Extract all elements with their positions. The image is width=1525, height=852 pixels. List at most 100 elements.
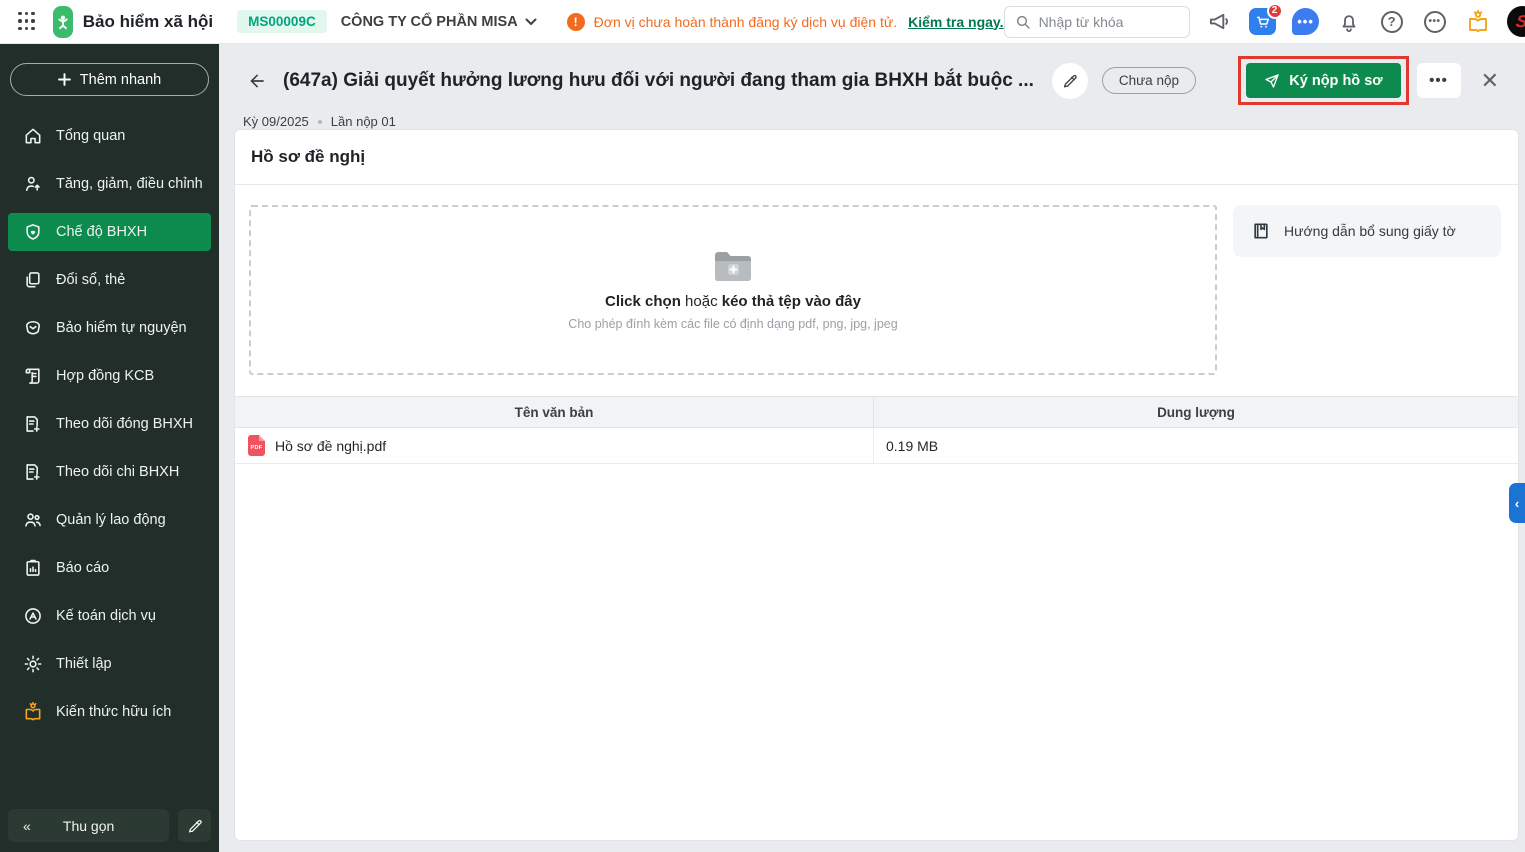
expand-panel-tab[interactable]: ‹ [1509, 483, 1525, 523]
main-area: (647a) Giải quyết hưởng lương hưu đối vớ… [219, 44, 1525, 852]
sidebar-item-che-do-bhxh[interactable]: Chế độ BHXH [8, 213, 211, 251]
page-header: (647a) Giải quyết hưởng lương hưu đối vớ… [219, 44, 1525, 129]
plus-icon [57, 73, 71, 86]
column-header-size: Dung lượng [1157, 404, 1235, 420]
document-plus-icon [22, 462, 43, 483]
home-icon [22, 126, 43, 147]
quick-add-button[interactable]: Thêm nhanh [10, 63, 209, 96]
people-icon [22, 510, 43, 531]
top-header: Bảo hiểm xã hội MS00009C CÔNG TY CỔ PHẦN… [0, 0, 1525, 44]
warning-icon: ! [566, 12, 585, 31]
document-plus-icon [22, 414, 43, 435]
double-chevron-left-icon: « [23, 817, 31, 834]
submission-count-label: Lần nộp 01 [330, 114, 396, 129]
bell-icon [1342, 14, 1355, 32]
close-icon[interactable]: ✕ [1477, 66, 1503, 96]
card-title: Hồ sơ đề nghị [251, 147, 366, 166]
warning-text: Đơn vị chưa hoàn thành đăng ký dịch vụ đ… [593, 13, 898, 30]
gear-icon [22, 654, 43, 675]
attachments-table: Tên văn bản Dung lượng PDF Hồ sơ đề nghị… [235, 396, 1518, 464]
sidebar-item-tong-quan[interactable]: Tổng quan [8, 117, 211, 155]
sidebar-item-quan-ly-lao-dong[interactable]: Quản lý lao động [8, 501, 211, 539]
chat-icon: ••• [1292, 8, 1320, 35]
dropzone-label: Click chọn hoặc kéo thả tệp vào đây [605, 293, 861, 310]
edit-pen-icon [188, 819, 202, 833]
guide-label: Hướng dẫn bổ sung giấy tờ [1284, 223, 1456, 239]
sidebar-item-doi-so-the[interactable]: Đổi sổ, thẻ [8, 261, 211, 299]
app-launcher-icon[interactable] [18, 11, 35, 32]
chevron-down-icon [525, 18, 537, 25]
table-row[interactable]: PDF Hồ sơ đề nghị.pdf 0.19 MB [235, 428, 1518, 464]
global-search[interactable] [1003, 5, 1190, 38]
company-selector[interactable]: CÔNG TY CỔ PHẦN MISA [341, 14, 537, 30]
notifications-button[interactable] [1335, 8, 1363, 36]
shield-icon [22, 318, 43, 339]
pencil-icon [1063, 74, 1077, 88]
company-code-badge: MS00009C [237, 10, 327, 33]
sidebar-item-theo-doi-chi-bhxh[interactable]: Theo dõi chi BHXH [8, 453, 211, 491]
clipboard-report-icon [22, 558, 43, 579]
pdf-file-icon: PDF [248, 435, 265, 456]
company-name: CÔNG TY CỔ PHẦN MISA [340, 13, 518, 30]
dossier-card: Hồ sơ đề nghị Click chọn hoặc kéo thả tệ… [235, 130, 1518, 840]
sidebar-item-theo-doi-dong-bhxh[interactable]: Theo dõi đóng BHXH [8, 405, 211, 443]
status-badge: Chưa nộp [1101, 67, 1196, 94]
search-icon [1016, 15, 1030, 29]
cart-badge: 2 [1266, 2, 1283, 19]
knowledge-icon [1468, 9, 1487, 32]
search-input[interactable] [1038, 13, 1179, 30]
shield-heart-icon [22, 222, 43, 243]
sidebar-item-hop-dong-kcb[interactable]: Hợp đồng KCB [8, 357, 211, 395]
cards-icon [22, 270, 43, 291]
chevron-left-icon: ‹ [1514, 495, 1520, 511]
knowledge-button[interactable] [1464, 8, 1492, 36]
sidebar-item-bao-hiem-tu-nguyen[interactable]: Bảo hiểm tự nguyện [8, 309, 211, 347]
person-adjust-icon [22, 174, 43, 195]
messages-button[interactable]: ••• [1292, 8, 1320, 36]
bhxh-app: Bảo hiểm xã hội MS00009C CÔNG TY CỔ PHẦN… [0, 0, 1525, 852]
warning-check-link[interactable]: Kiểm tra ngay. [908, 14, 1003, 30]
sidebar-item-tang-giam-dieu-chinh[interactable]: Tăng, giảm, điều chỉnh [8, 165, 211, 203]
period-label: Kỳ 09/2025 [243, 114, 309, 129]
column-header-name: Tên văn bản [235, 397, 874, 427]
guide-documents-button[interactable]: Hướng dẫn bổ sung giấy tờ [1233, 205, 1501, 257]
sign-submit-button[interactable]: Ký nộp hồ sơ [1246, 63, 1401, 98]
dot-separator [317, 119, 322, 124]
annotation-highlight-box: Ký nộp hồ sơ [1238, 56, 1409, 105]
sidebar-item-bao-cao[interactable]: Báo cáo [8, 549, 211, 587]
more-apps-button[interactable]: ••• [1421, 8, 1449, 36]
announcements-button[interactable] [1206, 8, 1234, 36]
accounting-icon [22, 606, 43, 627]
file-dropzone[interactable]: Click chọn hoặc kéo thả tệp vào đây Cho … [249, 205, 1217, 375]
user-avatar[interactable]: S [1506, 6, 1525, 37]
help-button[interactable]: ? [1378, 8, 1406, 36]
contract-icon [22, 366, 43, 387]
knowledge-icon [22, 702, 43, 723]
file-size: 0.19 MB [886, 437, 939, 454]
sidebar-item-kien-thuc-huu-ich[interactable]: Kiến thức hữu ích [8, 693, 211, 731]
store-button[interactable]: 2 [1249, 2, 1283, 36]
ellipsis-icon: ••• [1423, 10, 1446, 33]
help-icon: ? [1380, 10, 1403, 33]
bhxh-logo [52, 5, 73, 38]
book-icon [1254, 223, 1268, 239]
file-name: Hồ sơ đề nghị.pdf [275, 437, 387, 454]
sidebar-item-thiet-lap[interactable]: Thiết lập [8, 645, 211, 683]
arrow-left-icon [250, 73, 264, 88]
dropzone-hint: Cho phép đính kèm các file có định dạng … [568, 317, 898, 331]
edit-menu-button[interactable] [178, 809, 211, 842]
edit-title-button[interactable] [1051, 62, 1088, 99]
page-title: (647a) Giải quyết hưởng lương hưu đối vớ… [283, 69, 1034, 91]
collapse-sidebar-button[interactable]: « Thu gọn [8, 809, 170, 842]
avatar-letter: S [1515, 11, 1525, 31]
sidebar: Thêm nhanh Tổng quan Tăng, giảm, điều ch… [0, 44, 219, 852]
more-actions-button[interactable]: ••• [1416, 63, 1461, 98]
sidebar-item-ke-toan-dich-vu[interactable]: Kế toán dịch vụ [8, 597, 211, 635]
megaphone-icon [1209, 13, 1229, 30]
folder-plus-icon [715, 252, 751, 281]
send-icon [1265, 73, 1279, 88]
app-title: Bảo hiểm xã hội [82, 11, 214, 31]
sidebar-menu: Tổng quan Tăng, giảm, điều chỉnh Chế độ … [0, 117, 219, 731]
back-button[interactable] [243, 67, 271, 95]
warning-banner: ! Đơn vị chưa hoàn thành đăng ký dịch vụ… [566, 12, 1004, 31]
